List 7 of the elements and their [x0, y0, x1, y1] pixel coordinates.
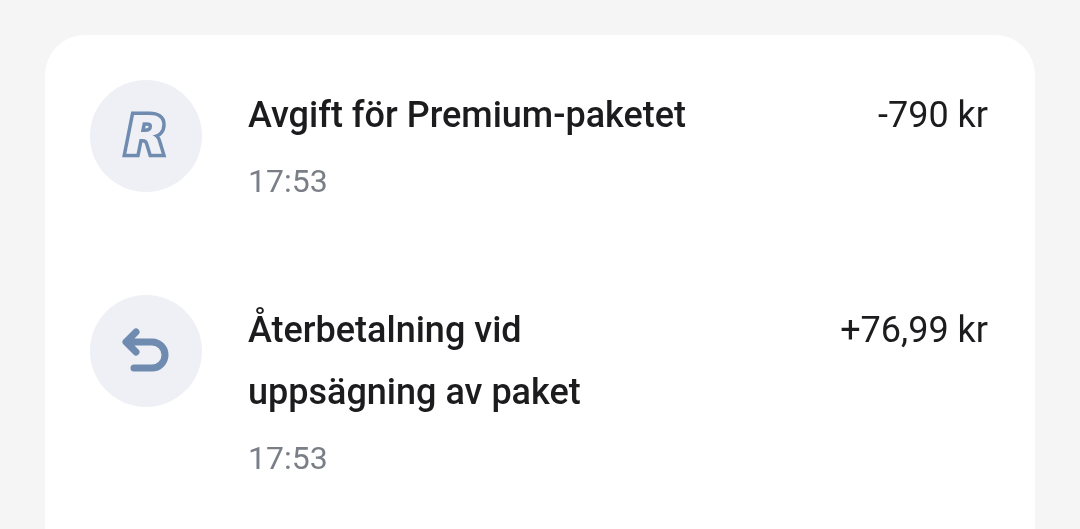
undo-arrow-icon: [122, 328, 170, 374]
transaction-title: Avgift för Premium-paketet: [248, 93, 687, 138]
transaction-amount: +76,99 kr: [840, 308, 988, 353]
transaction-time: 17:53: [248, 438, 329, 479]
transaction-time: 17:53: [248, 161, 329, 202]
transaction-title: Återbetalning vid uppsägning av paket: [248, 306, 582, 415]
transaction-amount: -790 kr: [877, 93, 988, 138]
